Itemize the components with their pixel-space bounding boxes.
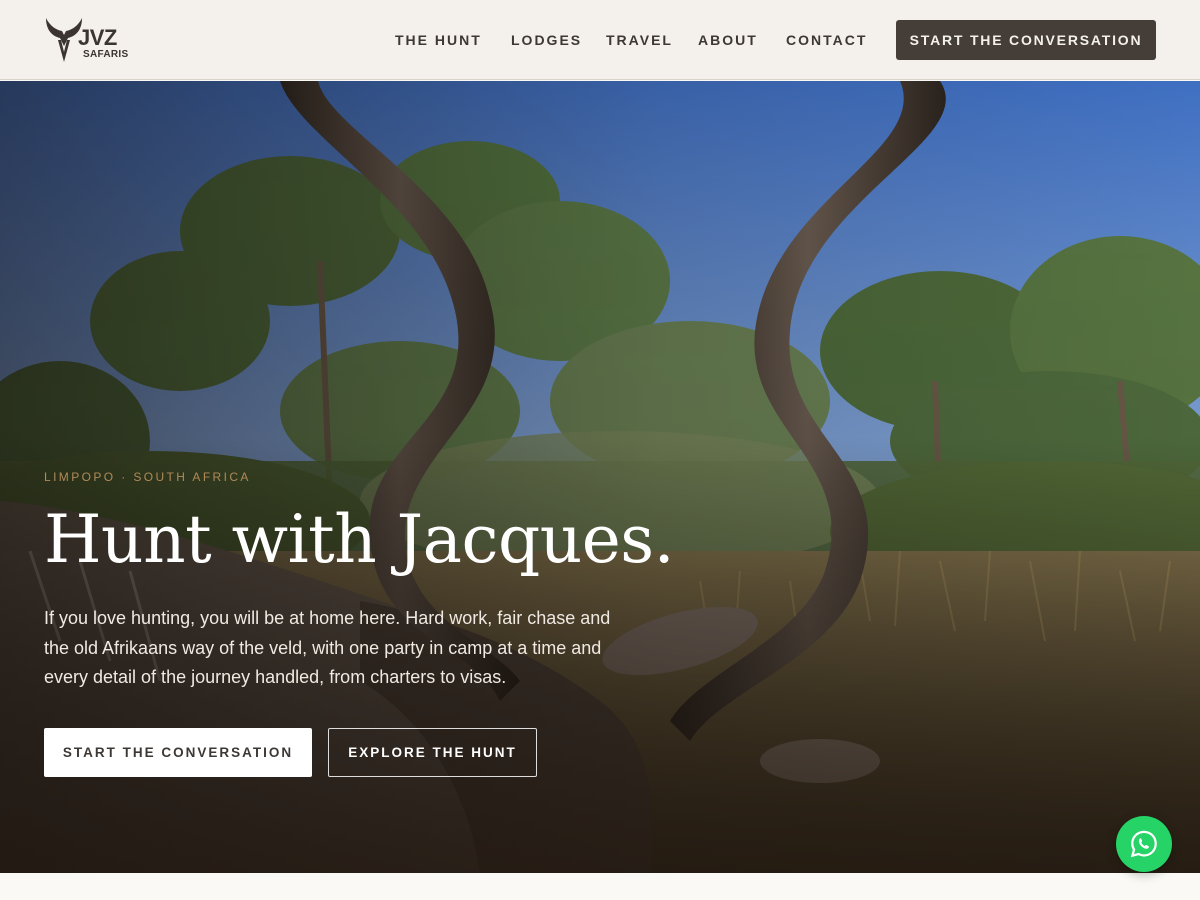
next-section-edge xyxy=(0,873,1200,900)
nav-item-lodges[interactable]: LODGES xyxy=(511,31,582,49)
nav-item-contact[interactable]: CONTACT xyxy=(786,31,867,49)
hero-eyebrow: LIMPOPO · SOUTH AFRICA xyxy=(44,470,251,484)
nav-item-about[interactable]: ABOUT xyxy=(698,31,758,49)
site-header: JVZ SAFARIS THE HUNT LODGES TRAVEL ABOUT… xyxy=(0,0,1200,80)
logo-wordmark: JVZ xyxy=(78,25,117,50)
nav-item-travel[interactable]: TRAVEL xyxy=(606,31,673,49)
hero-section: LIMPOPO · SOUTH AFRICA Hunt with Jacques… xyxy=(0,81,1200,873)
whatsapp-icon xyxy=(1130,830,1157,858)
start-conversation-button[interactable]: START THE CONVERSATION xyxy=(44,728,312,777)
logo-subtitle: SAFARIS xyxy=(83,49,129,60)
nav-item-the-hunt[interactable]: THE HUNT xyxy=(395,31,482,49)
whatsapp-chat-button[interactable] xyxy=(1116,816,1172,872)
header-cta-button[interactable]: START THE CONVERSATION xyxy=(896,20,1156,60)
hero-description: If you love hunting, you will be at home… xyxy=(44,608,611,687)
explore-hunt-button[interactable]: EXPLORE THE HUNT xyxy=(328,728,537,777)
hero-title: Hunt with Jacques. xyxy=(44,501,675,578)
logo[interactable]: JVZ SAFARIS xyxy=(44,16,136,66)
